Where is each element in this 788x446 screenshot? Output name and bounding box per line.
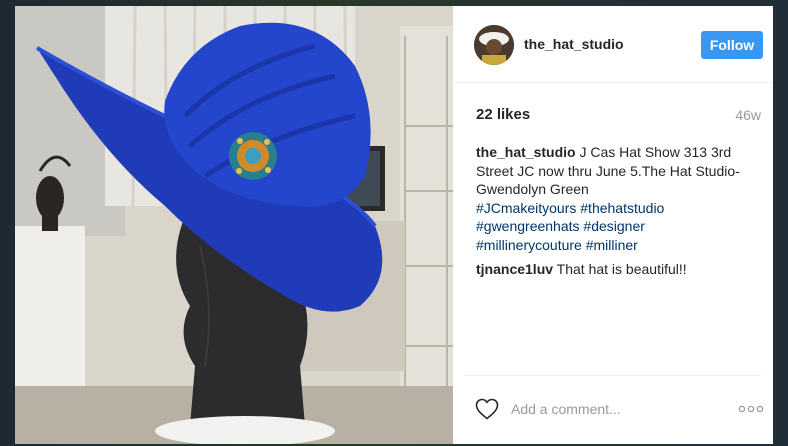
hashtag-link[interactable]: #designer xyxy=(583,218,645,234)
hashtag-link[interactable]: #millinerycouture xyxy=(476,237,582,253)
add-comment-input[interactable] xyxy=(511,398,711,420)
hashtag-link[interactable]: #milliner xyxy=(586,237,638,253)
comment-username[interactable]: tjnance1luv xyxy=(476,261,553,277)
post-age[interactable]: 46w xyxy=(735,107,761,123)
post-caption: the_hat_studio J Cas Hat Show 313 3rd St… xyxy=(476,143,764,254)
caption-username[interactable]: the_hat_studio xyxy=(476,144,576,160)
more-options-icon[interactable] xyxy=(738,404,764,414)
avatar[interactable] xyxy=(474,25,514,65)
follow-button[interactable]: Follow xyxy=(701,31,763,59)
hashtag-link[interactable]: #thehatstudio xyxy=(580,200,664,216)
hashtag-link[interactable]: #JCmakeityours xyxy=(476,200,576,216)
post-username[interactable]: the_hat_studio xyxy=(524,36,624,52)
hashtag-link[interactable]: #gwengreenhats xyxy=(476,218,580,234)
hat-photo-illustration xyxy=(15,6,453,444)
avatar-image xyxy=(474,25,514,65)
heart-icon[interactable] xyxy=(475,398,499,420)
comment-text: That hat is beautiful!! xyxy=(553,261,687,277)
likes-count[interactable]: 22 likes xyxy=(476,106,530,123)
post-header: the_hat_studio Follow xyxy=(453,6,773,83)
add-comment-bar xyxy=(465,375,764,445)
post-side-panel: the_hat_studio Follow 22 likes 46w the_h… xyxy=(453,6,773,444)
comment-item: tjnance1luv That hat is beautiful!! xyxy=(476,260,764,278)
post-photo[interactable] xyxy=(15,6,453,444)
